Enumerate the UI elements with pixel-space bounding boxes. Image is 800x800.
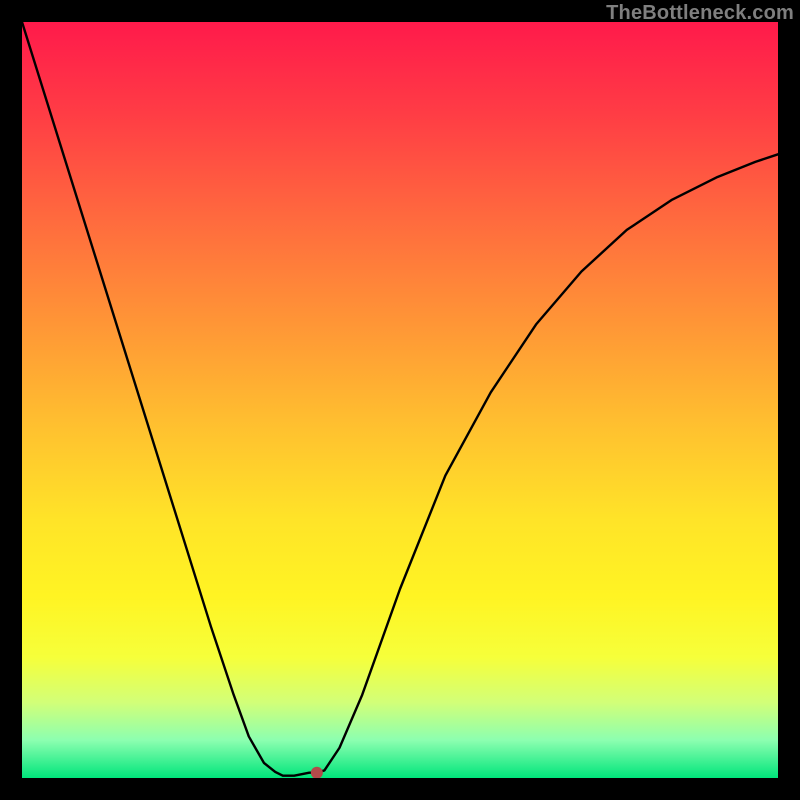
watermark-text: TheBottleneck.com [606, 2, 794, 25]
minimum-marker [311, 767, 323, 778]
bottleneck-curve [22, 22, 778, 778]
chart-container: TheBottleneck.com [0, 0, 800, 800]
plot-area [22, 22, 778, 778]
